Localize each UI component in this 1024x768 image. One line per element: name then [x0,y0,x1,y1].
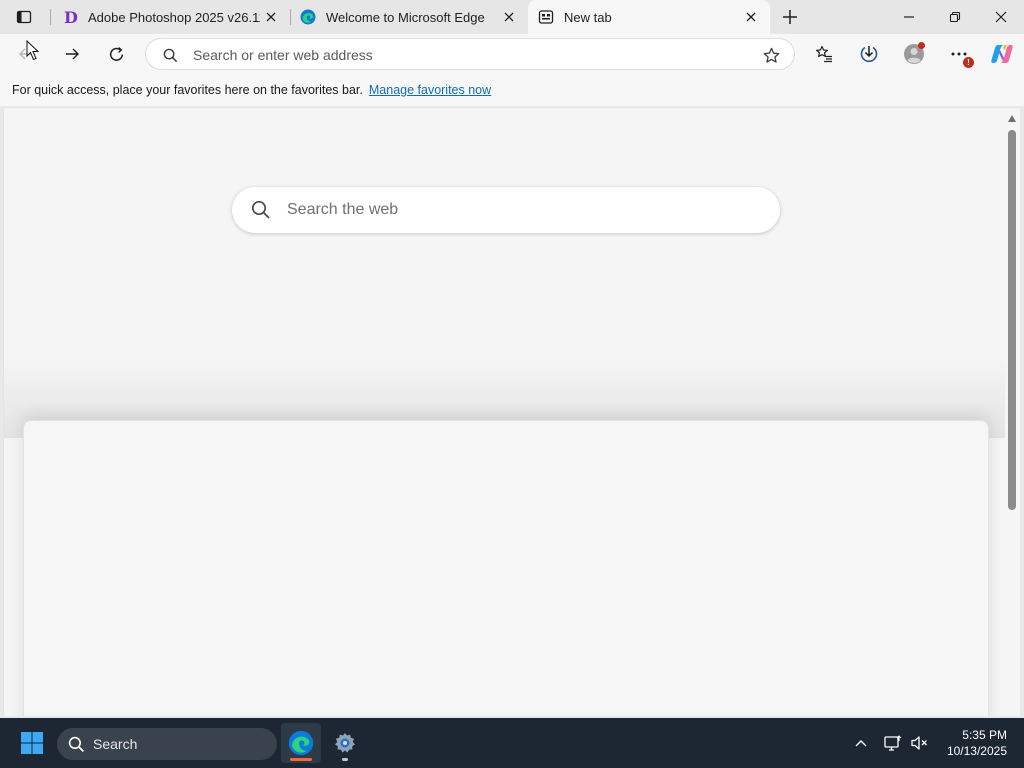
tab-title: Adobe Photoshop 2025 v26.11.0... [88,9,260,25]
tab-separator [50,9,51,25]
downloads-button[interactable] [853,38,885,70]
web-search-box[interactable] [232,187,780,233]
content-feed-panel [23,420,989,716]
new-tab-page [3,107,1020,716]
network-monitor-icon [884,735,902,751]
more-dots-icon [951,52,967,56]
tab-title: New tab [564,9,612,25]
minimize-icon [904,16,914,18]
close-icon [504,12,514,22]
system-clock[interactable]: 5:35 PM 10/13/2025 [947,727,1007,759]
clock-time: 5:35 PM [962,728,1007,742]
browser-toolbar: ! [0,34,1024,74]
download-icon [860,46,878,63]
settings-more-button[interactable]: ! [943,38,975,70]
web-search-input[interactable] [287,199,757,221]
scrollbar-thumb[interactable] [1008,130,1016,510]
volume-button[interactable] [909,733,929,753]
close-window-button[interactable] [978,0,1024,34]
taskbar-search[interactable]: Search [57,728,277,760]
forward-button[interactable] [56,38,88,70]
plus-icon [783,10,797,24]
edge-icon [288,730,314,756]
restore-icon [949,11,961,23]
tab-actions-icon [16,10,32,24]
active-app-indicator [290,758,312,761]
manage-favorites-link[interactable]: Manage favorites now [369,83,491,97]
tab-close-button[interactable] [498,6,520,28]
favorites-button[interactable] [808,38,840,70]
taskbar: Search 5:35 PM 10/13/2025 [0,718,1024,768]
star-outline-icon [763,47,779,63]
tab-strip: D Adobe Photoshop 2025 v26.11.0... Welco… [0,0,1024,34]
tab-close-button[interactable] [740,6,762,28]
tab-close-button[interactable] [260,6,282,28]
search-icon [161,46,179,64]
taskbar-app-settings[interactable] [325,723,365,763]
search-icon [68,736,85,752]
tab-new-tab[interactable]: New tab [528,0,770,34]
taskbar-app-edge[interactable] [281,723,321,763]
favorites-list-icon [816,45,832,63]
profile-alert-dot [918,42,925,49]
chevron-up-icon [855,740,867,747]
scroll-up-arrow-icon[interactable] [1008,115,1016,122]
profile-button[interactable] [898,38,930,70]
refresh-icon [109,46,123,61]
minimize-button[interactable] [886,0,932,34]
edge-icon [300,9,316,25]
forward-arrow-icon [66,48,79,60]
gear-icon [335,733,355,753]
tab-actions-button[interactable] [8,4,40,30]
close-icon [995,11,1007,23]
close-icon [746,12,756,22]
tab-welcome-edge[interactable]: Welcome to Microsoft Edge [290,0,528,34]
windows-logo-icon [21,732,43,754]
svg-text:D: D [64,9,78,25]
address-input[interactable] [193,45,753,65]
page-scrollbar[interactable] [1005,108,1020,716]
search-icon [250,199,272,221]
copilot-icon [991,45,1013,63]
favorites-bar-hint: For quick access, place your favorites h… [12,83,363,97]
start-button[interactable] [14,727,50,759]
favorites-bar: For quick access, place your favorites h… [0,74,1024,106]
close-icon [266,12,276,22]
tab-photoshop[interactable]: D Adobe Photoshop 2025 v26.11.0... [52,0,290,34]
taskbar-search-label: Search [93,736,138,752]
tab-title: Welcome to Microsoft Edge [326,9,485,25]
new-tab-page-icon [538,9,554,25]
clock-date: 10/13/2025 [946,744,1007,758]
refresh-button[interactable] [100,38,132,70]
network-icon-button[interactable] [883,733,903,753]
add-favorite-button[interactable] [760,44,782,66]
new-tab-button[interactable] [776,4,804,30]
mouse-cursor-icon [26,40,40,61]
running-app-indicator [342,758,348,761]
update-badge: ! [963,57,974,68]
photoshop-d-icon: D [62,9,78,25]
address-bar[interactable] [145,38,795,70]
speaker-muted-icon [911,736,927,750]
show-hidden-icons-button[interactable] [851,733,871,753]
copilot-button[interactable] [986,38,1018,70]
restore-button[interactable] [932,0,978,34]
